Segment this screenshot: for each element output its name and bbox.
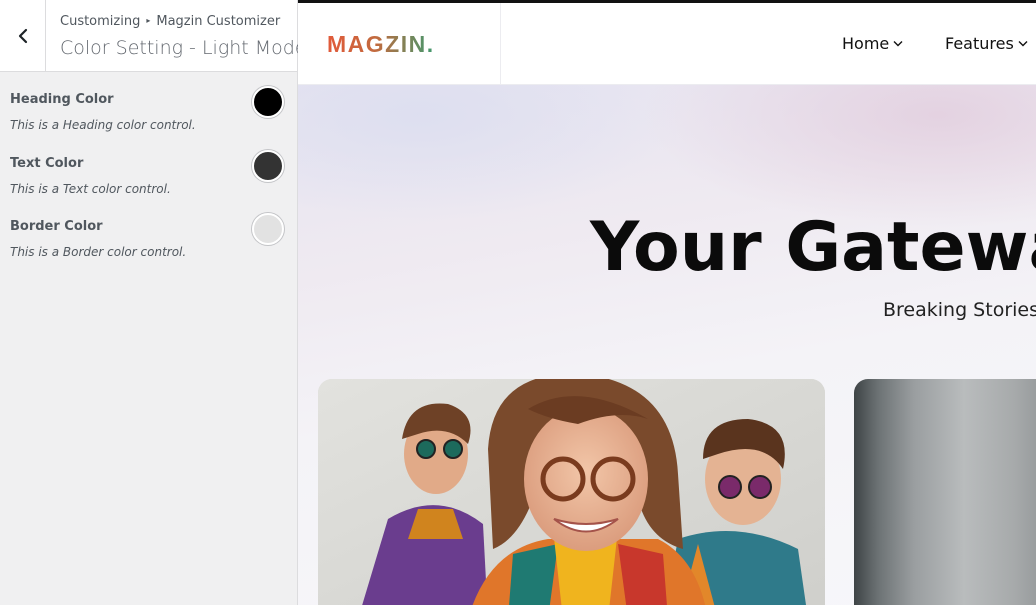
heading-color-swatch[interactable]	[252, 86, 284, 118]
border-color-control: Border Color This is a Border color cont…	[10, 213, 286, 271]
secondary-post-image[interactable]	[854, 379, 1036, 605]
nav-item-label: Features	[945, 34, 1014, 53]
heading-color-control: Heading Color This is a Heading color co…	[10, 86, 286, 144]
featured-post-image[interactable]	[318, 379, 825, 605]
section-title: Color Setting - Light Mode	[60, 37, 307, 59]
border-color-label: Border Color	[10, 219, 103, 234]
text-color-control: Text Color This is a Text color control.	[10, 150, 286, 208]
chevron-down-icon	[893, 41, 903, 47]
site-header: MAGZIN. Home Features	[298, 3, 1036, 85]
back-button[interactable]	[0, 0, 46, 72]
logo-container: MAGZIN.	[298, 3, 501, 85]
breadcrumb-child: Magzin Customizer	[156, 14, 281, 29]
text-color-swatch[interactable]	[252, 150, 284, 182]
site-logo[interactable]: MAGZIN.	[327, 31, 435, 58]
breadcrumb-separator-icon: ▸	[146, 16, 151, 25]
nav-item-features[interactable]: Features	[945, 34, 1028, 53]
heading-color-label: Heading Color	[10, 92, 114, 107]
border-color-description: This is a Border color control.	[10, 245, 187, 259]
nav-item-home[interactable]: Home	[842, 34, 903, 53]
customizer-section-header: Customizing ▸ Magzin Customizer Color Sett…	[0, 0, 307, 72]
customizer-sidebar: Customizing ▸ Magzin Customizer Color Sett…	[0, 0, 307, 605]
hero-section: Your Gatewa Breaking Stories	[298, 85, 1036, 605]
hero-subtitle: Breaking Stories	[883, 299, 1036, 321]
text-color-label: Text Color	[10, 156, 84, 171]
heading-color-description: This is a Heading color control.	[10, 118, 196, 132]
breadcrumb-parent: Customizing	[60, 14, 141, 29]
site-preview: MAGZIN. Home Features Your Gatewa Breaki…	[298, 0, 1036, 605]
breadcrumb: Customizing ▸ Magzin Customizer	[60, 14, 280, 29]
text-color-description: This is a Text color control.	[10, 182, 171, 196]
chevron-down-icon	[1018, 41, 1028, 47]
chevron-left-icon	[18, 28, 27, 44]
nav-item-label: Home	[842, 34, 890, 53]
people-with-glasses-photo	[318, 379, 825, 605]
border-color-swatch[interactable]	[252, 213, 284, 245]
hero-title: Your Gatewa	[590, 208, 1036, 287]
